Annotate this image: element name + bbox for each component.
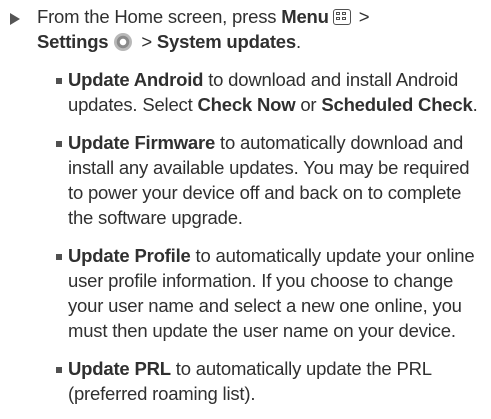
- manual-page: From the Home screen, press Menu > Setti…: [0, 0, 491, 404]
- item-title: Update Firmware: [68, 132, 216, 153]
- bullet-icon: [56, 367, 62, 373]
- separator: >: [353, 6, 370, 27]
- list-item-update-firmware: Update Firmware to automatically downloa…: [56, 130, 488, 230]
- item-title: Update Android: [68, 69, 204, 90]
- menu-grid-icon: [332, 9, 351, 25]
- bullet-icon: [56, 78, 62, 84]
- list-item-update-android: Update Android to download and install A…: [56, 67, 488, 117]
- step-suffix: .: [295, 31, 301, 52]
- option-check-now: Check Now: [197, 94, 296, 115]
- step-arrow-icon: [10, 13, 20, 25]
- bullet-icon: [56, 141, 62, 147]
- list-item-update-prl: Update PRL to automatically update the P…: [56, 356, 488, 406]
- menu-label: Menu: [281, 6, 329, 27]
- settings-label: Settings: [37, 31, 109, 52]
- system-updates-label: System updates: [156, 31, 296, 52]
- option-scheduled-check: Scheduled Check: [321, 94, 473, 115]
- bullet-icon: [56, 254, 62, 260]
- item-text: or: [295, 94, 322, 115]
- gear-icon: [114, 33, 133, 51]
- item-title: Update Profile: [68, 245, 191, 266]
- step-prefix: From the Home screen, press: [37, 6, 282, 27]
- step-text: From the Home screen, press Menu > Setti…: [37, 4, 482, 54]
- update-options-list: Update Android to download and install A…: [56, 67, 488, 419]
- separator: >: [136, 31, 157, 52]
- list-item-update-profile: Update Profile to automatically update y…: [56, 243, 488, 343]
- item-title: Update PRL: [68, 358, 171, 379]
- item-text: .: [472, 94, 478, 115]
